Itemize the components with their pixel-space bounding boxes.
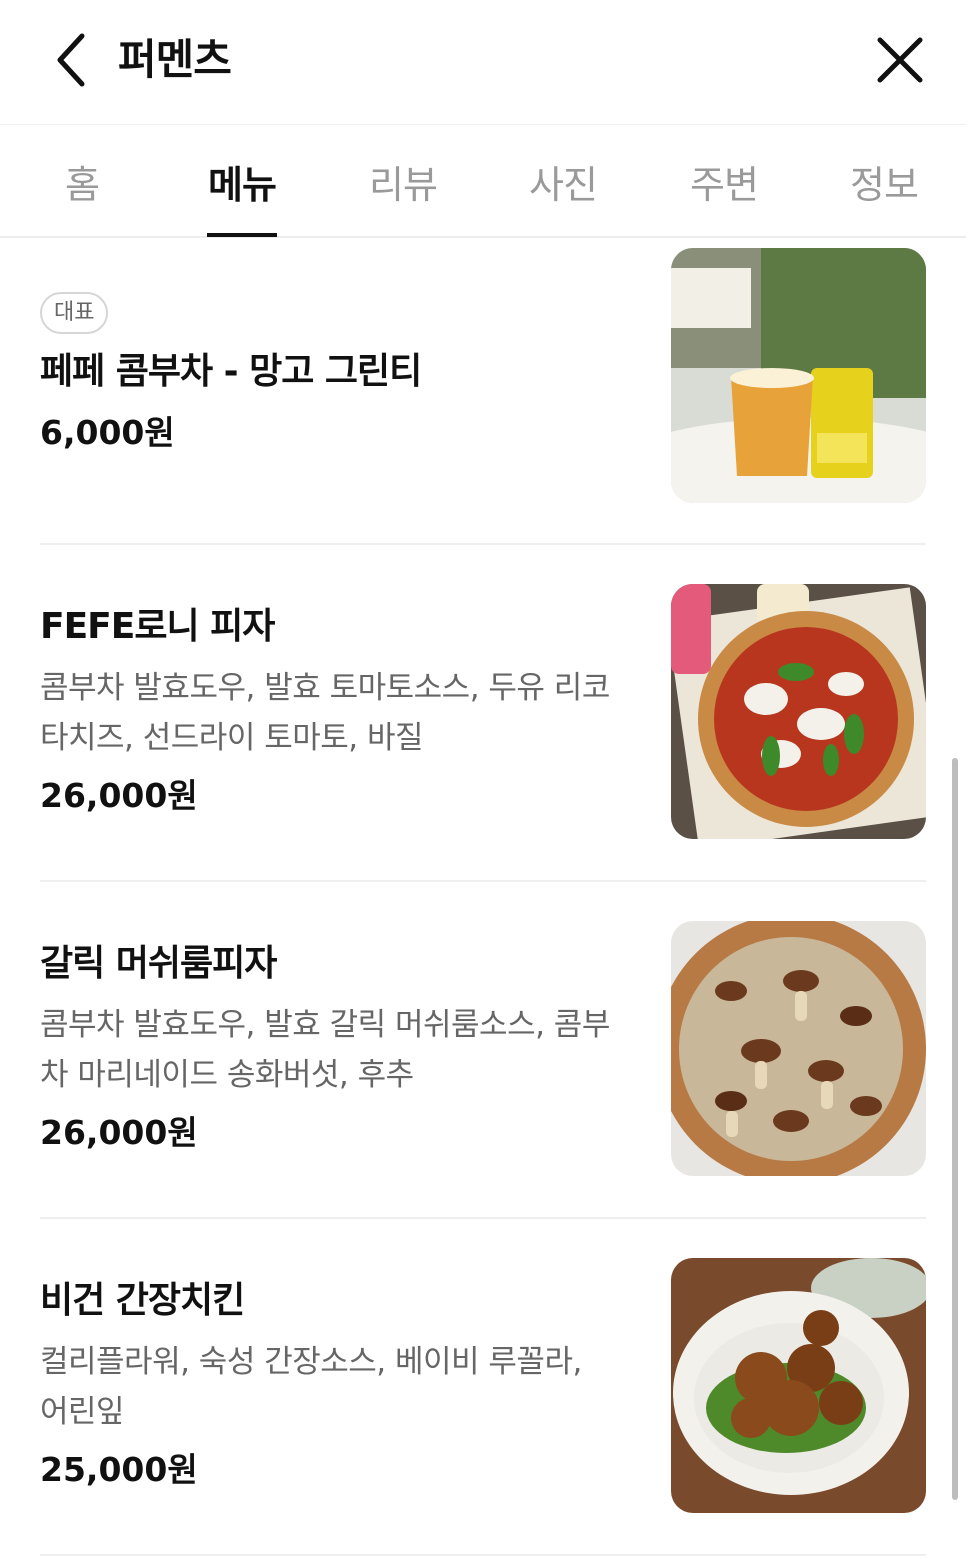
- pizza-photo[interactable]: [671, 584, 926, 839]
- menu-item-description: 콤부차 발효도우, 발효 갈릭 머쉬룸소스, 콤부차 마리네이드 송화버섯, 후…: [40, 1007, 610, 1093]
- page: 퍼멘츠 홈 메뉴 리뷰 사진 주변 정보 대표 페페 콤부차 - 망고 그린티 …: [0, 0, 966, 1559]
- header: 퍼멘츠: [0, 0, 966, 124]
- scrollbar[interactable]: [952, 758, 958, 1500]
- menu-item-price: 6,000원: [40, 413, 175, 452]
- menu-item-name: FEFE로니 피자: [40, 606, 275, 647]
- close-button[interactable]: [870, 30, 930, 90]
- tab-reviews[interactable]: 리뷰: [343, 125, 463, 237]
- back-button[interactable]: [40, 28, 100, 92]
- menu-item[interactable]: FEFE로니 피자 콤부차 발효도우, 발효 토마토소스, 두유 리코타치즈, …: [40, 545, 926, 882]
- soy-chicken-photo[interactable]: [671, 1258, 926, 1513]
- tab-menu[interactable]: 메뉴: [182, 125, 302, 237]
- chevron-left-icon: [57, 33, 85, 87]
- divider: [40, 1554, 926, 1556]
- menu-item[interactable]: 대표 페페 콤부차 - 망고 그린티 6,000원: [40, 238, 926, 545]
- menu-item-name: 비건 간장치킨: [40, 1280, 245, 1321]
- signature-badge: 대표: [40, 292, 109, 334]
- tab-bar: 홈 메뉴 리뷰 사진 주변 정보: [0, 124, 966, 238]
- page-title: 퍼멘츠: [118, 35, 232, 84]
- menu-item-price: 25,000원: [40, 1450, 198, 1489]
- active-tab-indicator: [207, 233, 277, 237]
- menu-item-description: 컬리플라워, 숙성 간장소스, 베이비 루꼴라, 어린잎: [40, 1344, 582, 1430]
- menu-item[interactable]: 갈릭 머쉬룸피자 콤부차 발효도우, 발효 갈릭 머쉬룸소스, 콤부차 마리네이…: [40, 882, 926, 1219]
- menu-item[interactable]: 비건 간장치킨 컬리플라워, 숙성 간장소스, 베이비 루꼴라, 어린잎 25,…: [40, 1219, 926, 1556]
- kombucha-drink-photo[interactable]: [671, 248, 926, 503]
- tab-photos[interactable]: 사진: [503, 125, 623, 237]
- tab-home[interactable]: 홈: [22, 125, 142, 237]
- menu-item-name: 페페 콤부차 - 망고 그린티: [40, 351, 422, 392]
- mushroom-pizza-photo[interactable]: [671, 921, 926, 1176]
- close-icon: [877, 37, 923, 83]
- menu-item-price: 26,000원: [40, 776, 198, 815]
- tab-info[interactable]: 정보: [824, 125, 944, 237]
- tab-nearby[interactable]: 주변: [664, 125, 784, 237]
- menu-item-name: 갈릭 머쉬룸피자: [40, 943, 277, 984]
- menu-item-price: 26,000원: [40, 1113, 198, 1152]
- menu-item-description: 콤부차 발효도우, 발효 토마토소스, 두유 리코타치즈, 선드라이 토마토, …: [40, 670, 610, 756]
